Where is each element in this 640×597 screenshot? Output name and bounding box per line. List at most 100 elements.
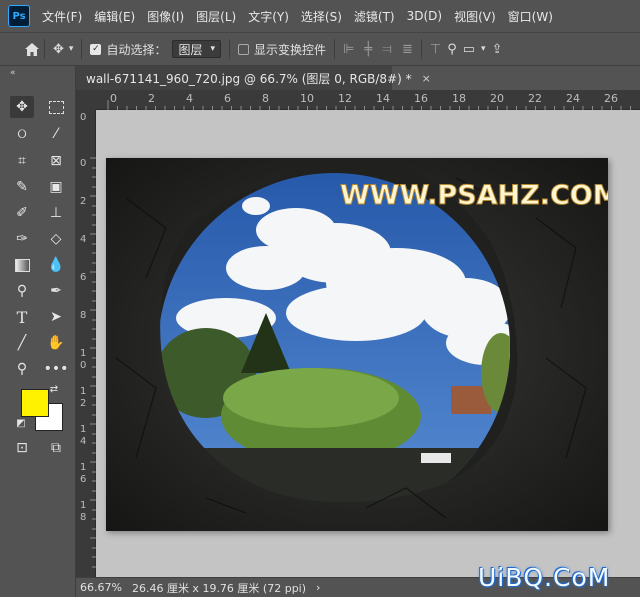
stamp-tool[interactable]: ⊥ — [44, 202, 68, 224]
eraser-icon: ◇ — [50, 231, 62, 247]
frame-tool[interactable]: ⊠ — [44, 150, 68, 172]
auto-select-option[interactable]: ✓ 自动选择： — [90, 41, 166, 58]
zoom-tool[interactable]: ⚲ — [10, 358, 34, 380]
menu-edit[interactable]: 编辑(E) — [88, 8, 141, 25]
dodge-icon: ⚲ — [16, 283, 28, 299]
type-tool[interactable]: T — [10, 306, 34, 328]
share-icon[interactable]: ⇪ — [492, 42, 503, 57]
quick-mask-button[interactable]: ⊡ — [10, 437, 34, 459]
align-center-icon[interactable]: ╪ — [364, 42, 372, 57]
align-top-icon[interactable]: ⊤ — [430, 42, 441, 57]
ruler-label: 12 — [338, 92, 352, 105]
menu-file[interactable]: 文件(F) — [36, 8, 88, 25]
brush-icon: ✐ — [16, 205, 28, 221]
ruler-label: 6 — [80, 272, 87, 283]
close-icon[interactable]: × — [422, 72, 431, 85]
magic-wand-tool[interactable]: ⁄ — [44, 123, 68, 145]
hand-tool[interactable]: ✋ — [44, 332, 68, 354]
more-icon: ••• — [43, 361, 69, 377]
move-tool-preset[interactable]: ✥ ▾ — [53, 42, 73, 57]
pen-icon: ✒ — [50, 283, 62, 299]
blur-tool[interactable]: 💧 — [44, 254, 68, 276]
document-tab[interactable]: wall-671141_960_720.jpg @ 66.7% (图层 0, R… — [76, 66, 431, 90]
frame-icon: ⊠ — [50, 153, 62, 169]
path-select-tool[interactable]: ➤ — [44, 306, 68, 328]
vertical-ruler[interactable]: 0 0 2 4 6 8 1 0 1 2 1 4 1 6 1 8 — [76, 110, 96, 577]
ruler-label: 6 — [80, 474, 87, 485]
menu-type[interactable]: 文字(Y) — [242, 8, 295, 25]
home-icon — [25, 42, 39, 56]
eyedropper-tool[interactable]: ✎ — [10, 176, 34, 198]
move-icon: ✥ — [16, 99, 28, 115]
separator — [81, 39, 83, 59]
ruler-label: 8 — [80, 512, 87, 523]
align-left-icon[interactable]: ⊫ — [343, 42, 354, 57]
ruler-corner[interactable] — [76, 90, 96, 110]
eyedropper-icon: ✎ — [16, 179, 28, 195]
menu-window[interactable]: 窗口(W) — [502, 8, 559, 25]
show-transform-checkbox[interactable] — [238, 43, 249, 55]
ruler-label: 0 — [80, 158, 87, 169]
patch-icon: ▣ — [49, 179, 63, 195]
photoshop-logo[interactable]: Ps — [8, 5, 30, 27]
line-tool[interactable]: ╱ — [10, 332, 34, 354]
type-icon: T — [16, 307, 28, 327]
eraser-tool[interactable]: ◇ — [44, 228, 68, 250]
ruler-label: 22 — [528, 92, 542, 105]
menu-filter[interactable]: 滤镜(T) — [348, 8, 401, 25]
zoom-icon: ⚲ — [16, 361, 28, 377]
collapse-panel-icon[interactable]: « — [10, 68, 16, 78]
screen-mode-button[interactable]: ⧉ — [44, 437, 68, 459]
gradient-icon — [14, 258, 30, 272]
tools-panel: « ✥ ଠ ⁄ ⌗ ⊠ ✎ ▣ ✐ ⊥ ✑ ◇ 💧 ⚲ ✒ T ➤ ╱ ✋ ⚲ … — [0, 66, 76, 597]
move-tool[interactable]: ✥ — [10, 96, 34, 118]
stamp-icon: ⊥ — [49, 205, 63, 221]
history-brush-tool[interactable]: ✑ — [10, 228, 34, 250]
chevron-down-icon[interactable]: ▾ — [481, 44, 486, 54]
distribute-icon[interactable]: ≣ — [402, 42, 413, 57]
lasso-tool[interactable]: ଠ — [10, 123, 34, 145]
layer-select-dropdown[interactable]: 图层 ▾ — [172, 40, 221, 58]
hand-icon: ✋ — [47, 335, 65, 351]
patch-tool[interactable]: ▣ — [44, 176, 68, 198]
crop-tool[interactable]: ⌗ — [10, 150, 34, 172]
more-tools[interactable]: ••• — [43, 358, 69, 380]
magic-wand-icon: ⁄ — [54, 126, 58, 142]
dodge-tool[interactable]: ⚲ — [10, 280, 34, 302]
ruler-label: 8 — [262, 92, 269, 105]
status-arrow-icon[interactable]: › — [316, 581, 320, 594]
document-canvas[interactable]: WWW.PSAHZ.COM — [106, 158, 608, 531]
foreground-color-swatch[interactable] — [21, 389, 49, 417]
options-bar: ✥ ▾ ✓ 自动选择： 图层 ▾ 显示变换控件 ⊫ ╪ ⫤ ≣ ⊤ ⚲ ▭ ▾ … — [0, 32, 640, 66]
horizontal-ruler[interactable]: 0 2 4 6 8 10 12 14 16 18 20 22 24 26 — [96, 90, 640, 110]
horizontal-ruler-ticks — [107, 100, 631, 110]
workspace-icon[interactable]: ▭ — [463, 42, 475, 57]
quick-mask-icon: ⊡ — [16, 440, 28, 456]
menu-view[interactable]: 视图(V) — [448, 8, 502, 25]
align-right-icon[interactable]: ⫤ — [382, 42, 392, 57]
pen-tool[interactable]: ✒ — [44, 280, 68, 302]
gradient-tool[interactable] — [10, 254, 34, 276]
auto-select-checkbox[interactable]: ✓ — [90, 43, 102, 55]
canvas-watermark-text: WWW.PSAHZ.COM — [340, 180, 608, 211]
show-transform-option[interactable]: 显示变换控件 — [238, 41, 326, 58]
brush-tool[interactable]: ✐ — [10, 202, 34, 224]
chevron-down-icon: ▾ — [210, 44, 215, 54]
menu-image[interactable]: 图像(I) — [141, 8, 190, 25]
menu-layer[interactable]: 图层(L) — [190, 8, 242, 25]
search-icon[interactable]: ⚲ — [447, 42, 457, 57]
ruler-label: 1 — [80, 462, 87, 473]
ruler-label: 0 — [110, 92, 117, 105]
ruler-label: 4 — [80, 436, 87, 447]
default-colors[interactable]: ◩ — [14, 416, 28, 430]
menu-3d[interactable]: 3D(D) — [401, 9, 448, 23]
zoom-level[interactable]: 66.67% — [80, 581, 122, 594]
ruler-label: 2 — [80, 398, 87, 409]
menu-bar: Ps 文件(F) 编辑(E) 图像(I) 图层(L) 文字(Y) 选择(S) 滤… — [0, 0, 640, 32]
swap-colors-icon: ⇄ — [49, 383, 59, 395]
path-select-icon: ➤ — [50, 309, 62, 325]
menu-select[interactable]: 选择(S) — [295, 8, 348, 25]
move-icon: ✥ — [53, 41, 64, 57]
marquee-tool[interactable] — [44, 96, 68, 118]
ruler-label: 24 — [566, 92, 580, 105]
